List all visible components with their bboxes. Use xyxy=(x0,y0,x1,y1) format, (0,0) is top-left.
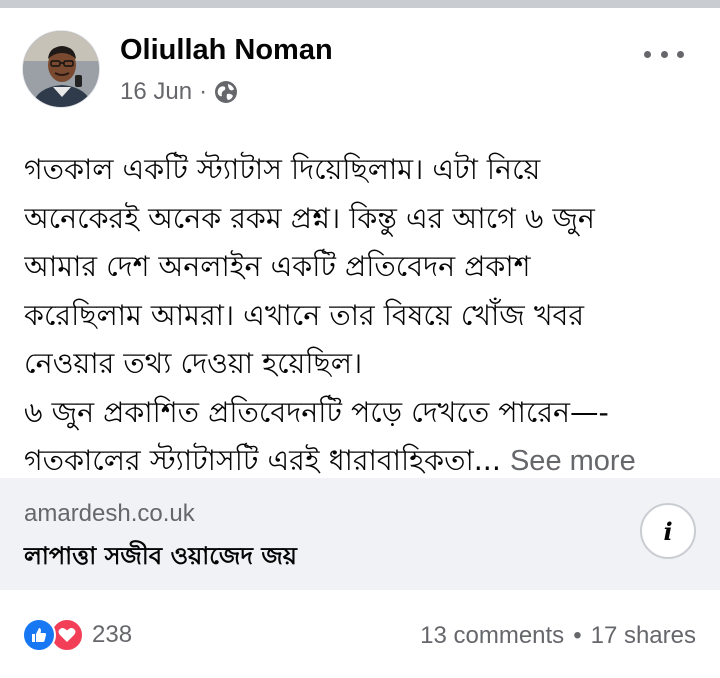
globe-icon[interactable] xyxy=(214,80,238,104)
more-options-button[interactable] xyxy=(644,42,684,66)
post-text-line: নেওয়ার তথ্য দেওয়া হয়েছিল। xyxy=(24,347,363,380)
engagement-stats: 13 comments • 17 shares xyxy=(420,622,696,650)
meta-separator: · xyxy=(199,78,208,105)
reaction-count: 238 xyxy=(92,621,133,648)
author-name[interactable]: Oliullah Noman xyxy=(120,34,333,67)
link-title: লাপাত্তা সজীব ওয়াজেদ জয় xyxy=(24,542,297,570)
post-footer: 238 13 comments • 17 shares xyxy=(22,614,696,658)
post-text-line: গতকাল একটি স্ট্যাটাস দিয়েছিলাম। এটা নিয… xyxy=(24,153,541,186)
post-header: Oliullah Noman 16 Jun · xyxy=(22,30,698,120)
post-date[interactable]: 16 Jun xyxy=(120,78,192,106)
stats-separator: • xyxy=(573,622,582,649)
link-domain: amardesh.co.uk xyxy=(24,500,195,527)
comments-count[interactable]: 13 comments xyxy=(420,622,564,650)
post-meta: 16 Jun · xyxy=(120,78,238,106)
more-horizontal-icon xyxy=(644,50,651,58)
post-text-line: করেছিলাম আমরা। এখানে তার বিষয়ে খোঁজ খবর xyxy=(24,298,585,332)
post-text-line: অনেকেরই অনেক রকম প্রশ্ন। কিন্তু এর আগে ৬… xyxy=(24,201,595,235)
link-preview-card[interactable]: amardesh.co.uk লাপাত্তা সজীব ওয়াজেদ জয়… xyxy=(0,478,720,590)
post-text-line: আমার দেশ অনলাইন একটি প্রতিবেদন প্রকাশ xyxy=(24,250,531,283)
avatar-photo xyxy=(23,31,99,107)
post-text: গতকাল একটি স্ট্যাটাস দিয়েছিলাম। এটা নিয… xyxy=(24,146,700,486)
feed-separator xyxy=(0,0,720,8)
see-more-link[interactable]: See more xyxy=(510,445,636,477)
avatar[interactable] xyxy=(22,30,100,108)
reactions-summary[interactable]: 238 xyxy=(22,618,132,652)
info-icon[interactable]: i xyxy=(640,503,696,559)
post-text-line: গতকালের স্ট্যাটাসটি এরই ধারাবাহিকতা... xyxy=(24,444,501,477)
like-icon xyxy=(22,618,56,652)
shares-count[interactable]: 17 shares xyxy=(591,622,696,650)
post-card: Oliullah Noman 16 Jun · গতকাল একটি স্ট্য… xyxy=(0,8,720,678)
post-text-line: ৬ জুন প্রকাশিত প্রতিবেদনটি পড়ে দেখতে পা… xyxy=(24,395,609,429)
